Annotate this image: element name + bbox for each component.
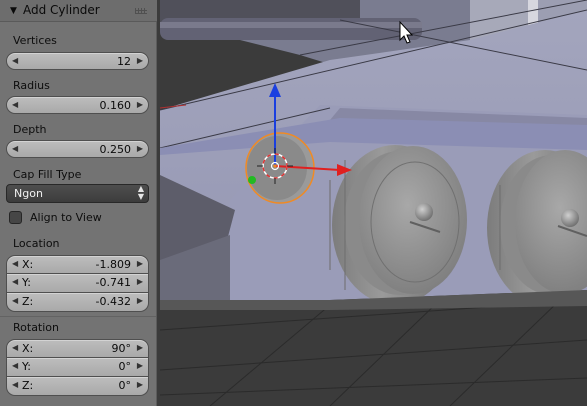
location-x-label: X:	[22, 258, 34, 271]
panel-header[interactable]: ▼ Add Cylinder	[0, 0, 157, 22]
radius-value: 0.160	[99, 99, 132, 112]
depth-label: Depth	[13, 123, 47, 136]
location-y-value: -0.741	[95, 276, 131, 289]
rotation-x-label: X:	[22, 342, 34, 355]
decrement-arrow-icon[interactable]: ◀	[12, 100, 18, 109]
rotation-y-label: Y:	[22, 360, 31, 373]
radius-label: Radius	[13, 79, 50, 92]
radius-field[interactable]: ◀ 0.160 ▶	[6, 96, 149, 114]
location-z-label: Z:	[22, 295, 34, 308]
decrement-arrow-icon[interactable]: ◀	[12, 361, 18, 370]
decrement-arrow-icon[interactable]: ◀	[12, 56, 18, 65]
cap-fill-type-value: Ngon	[14, 187, 43, 200]
panel-divider	[0, 316, 156, 317]
operator-panel: ▼ Add Cylinder Vertices ◀ 12 ▶ Radius ◀ …	[0, 0, 157, 406]
decrement-arrow-icon[interactable]: ◀	[12, 380, 18, 389]
depth-value: 0.250	[99, 143, 132, 156]
increment-arrow-icon[interactable]: ▶	[137, 343, 143, 352]
depth-field[interactable]: ◀ 0.250 ▶	[6, 140, 149, 158]
location-x-field[interactable]: ◀ X: -1.809 ▶	[6, 255, 149, 274]
rotation-z-value: 0°	[118, 379, 132, 392]
decrement-arrow-icon[interactable]: ◀	[12, 259, 18, 268]
location-x-value: -1.809	[95, 258, 131, 271]
decrement-arrow-icon[interactable]: ◀	[12, 343, 18, 352]
cap-fill-type-select[interactable]: Ngon ▲ ▼	[6, 184, 149, 203]
increment-arrow-icon[interactable]: ▶	[137, 259, 143, 268]
decrement-arrow-icon[interactable]: ◀	[12, 144, 18, 153]
location-vector: ◀ X: -1.809 ▶ ◀ Y: -0.741 ▶ ◀ Z: -0.432 …	[6, 255, 149, 312]
decrement-arrow-icon[interactable]: ◀	[12, 296, 18, 305]
location-y-label: Y:	[22, 276, 31, 289]
triangle-down-icon[interactable]: ▼	[10, 6, 17, 16]
align-to-view-checkbox[interactable]	[9, 211, 22, 224]
rotation-label: Rotation	[13, 321, 60, 334]
align-to-view-option[interactable]: Align to View	[9, 210, 149, 226]
select-updown-icon: ▲ ▼	[137, 184, 144, 201]
rotation-x-value: 90°	[111, 342, 132, 355]
rotation-y-field[interactable]: ◀ Y: 0° ▶	[6, 358, 149, 377]
increment-arrow-icon[interactable]: ▶	[137, 361, 143, 370]
panel-grip-icon[interactable]	[135, 8, 147, 14]
increment-arrow-icon[interactable]: ▶	[137, 277, 143, 286]
rotation-x-field[interactable]: ◀ X: 90° ▶	[6, 339, 149, 358]
vertices-value: 12	[117, 55, 131, 68]
vertices-field[interactable]: ◀ 12 ▶	[6, 52, 149, 70]
increment-arrow-icon[interactable]: ▶	[137, 56, 143, 65]
rotation-z-field[interactable]: ◀ Z: 0° ▶	[6, 377, 149, 396]
align-to-view-label: Align to View	[30, 211, 102, 224]
rotation-vector: ◀ X: 90° ▶ ◀ Y: 0° ▶ ◀ Z: 0° ▶	[6, 339, 149, 396]
increment-arrow-icon[interactable]: ▶	[137, 296, 143, 305]
location-label: Location	[13, 237, 60, 250]
decrement-arrow-icon[interactable]: ◀	[12, 277, 18, 286]
cap-fill-type-label: Cap Fill Type	[13, 168, 82, 181]
location-z-value: -0.432	[95, 295, 131, 308]
vertices-label: Vertices	[13, 34, 57, 47]
location-z-field[interactable]: ◀ Z: -0.432 ▶	[6, 293, 149, 312]
location-y-field[interactable]: ◀ Y: -0.741 ▶	[6, 274, 149, 293]
increment-arrow-icon[interactable]: ▶	[137, 144, 143, 153]
rotation-y-value: 0°	[118, 360, 132, 373]
increment-arrow-icon[interactable]: ▶	[137, 380, 143, 389]
rotation-z-label: Z:	[22, 379, 34, 392]
increment-arrow-icon[interactable]: ▶	[137, 100, 143, 109]
panel-title: Add Cylinder	[23, 3, 100, 17]
